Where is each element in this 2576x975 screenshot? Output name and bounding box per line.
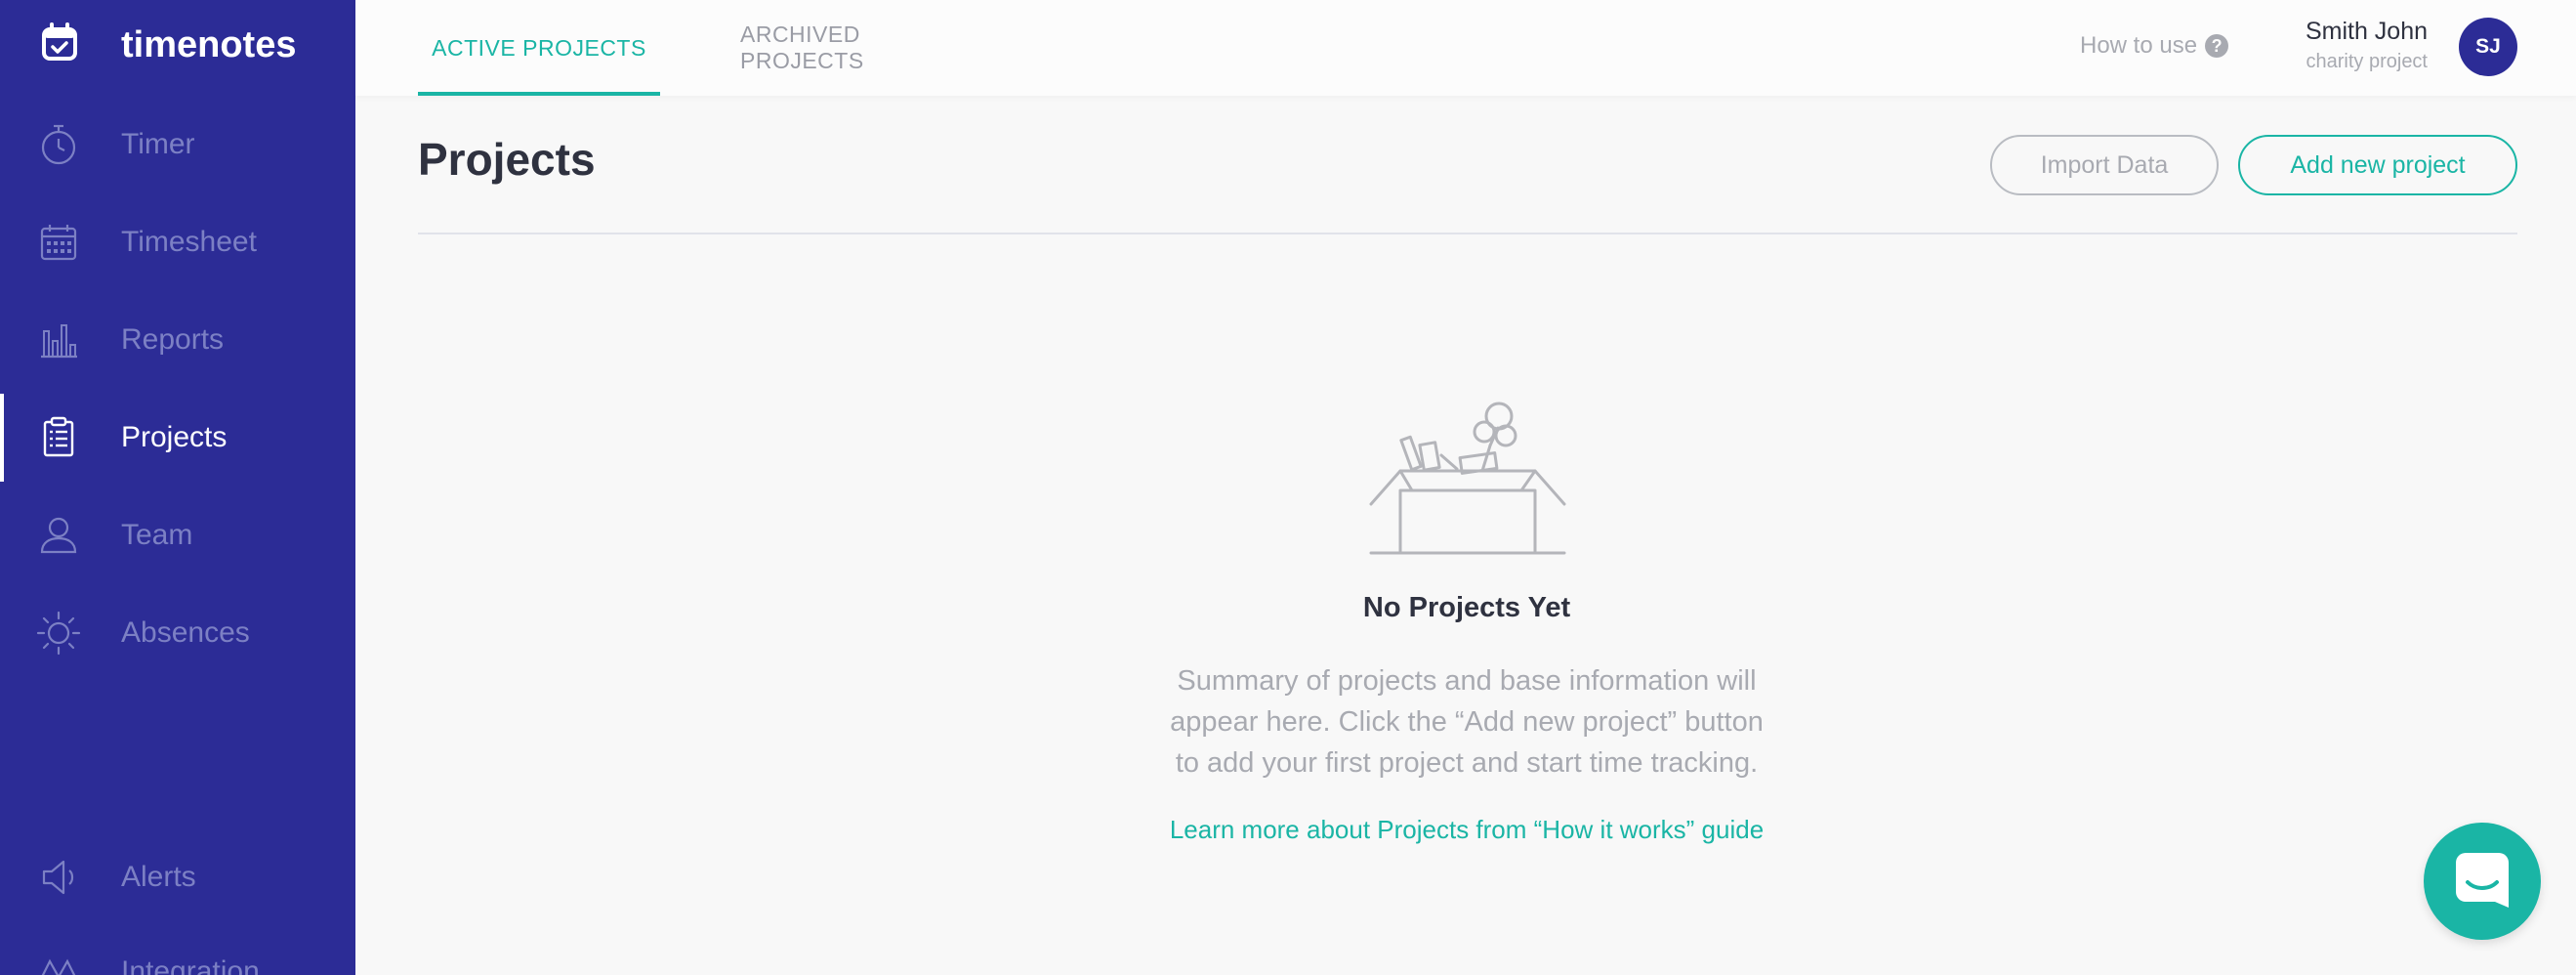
tab-archived-projects[interactable]: ARCHIVED PROJECTS	[740, 0, 984, 96]
empty-desc-line: Summary of projects and base information…	[1177, 665, 1757, 697]
empty-box-icon	[1367, 387, 1568, 557]
bar-chart-icon	[35, 317, 82, 363]
sidebar-item-label: Integration	[121, 955, 260, 975]
avatar-initials: SJ	[2475, 35, 2501, 58]
sidebar-item-label: Timesheet	[121, 226, 257, 258]
top-bar: ACTIVE PROJECTS ARCHIVED PROJECTS How to…	[355, 0, 2576, 96]
avatar[interactable]: SJ	[2459, 18, 2517, 76]
calendar-grid-icon	[35, 219, 82, 266]
clipboard-icon	[35, 414, 82, 461]
megaphone-icon	[35, 854, 82, 901]
sidebar-item-team[interactable]: Team	[0, 491, 355, 579]
sidebar-item-timesheet[interactable]: Timesheet	[0, 198, 355, 286]
chat-icon	[2452, 849, 2513, 914]
empty-desc-line: to add your first project and start time…	[1175, 747, 1759, 779]
tab-label: ARCHIVED PROJECTS	[740, 21, 864, 73]
person-icon	[35, 512, 82, 559]
sidebar-item-integration[interactable]: Integration	[0, 928, 355, 975]
how-to-use-link[interactable]: How to use ?	[2080, 29, 2229, 63]
sidebar-item-label: Reports	[121, 323, 225, 356]
sun-icon	[35, 610, 82, 657]
tab-label: ACTIVE PROJECTS	[432, 34, 646, 61]
user-name: Smith John	[2305, 18, 2428, 45]
sidebar-item-label: Timer	[121, 128, 195, 160]
tab-active-projects[interactable]: ACTIVE PROJECTS	[418, 0, 660, 96]
sidebar-item-absences[interactable]: Absences	[0, 589, 355, 677]
how-to-use-label: How to use	[2080, 32, 2198, 59]
page-title: Projects	[418, 134, 596, 185]
sidebar-item-reports[interactable]: Reports	[0, 296, 355, 384]
integration-icon	[35, 949, 82, 975]
divider	[418, 233, 2517, 234]
learn-more-link[interactable]: Learn more about Projects from “How it w…	[1076, 815, 1857, 845]
brand-logo[interactable]: timenotes	[37, 21, 296, 68]
empty-desc-line: appear here. Click the “Add new project”…	[1170, 706, 1764, 738]
import-data-button[interactable]: Import Data	[1990, 135, 2219, 195]
sidebar-item-label: Absences	[121, 616, 250, 649]
sidebar-item-label: Alerts	[121, 861, 196, 893]
sidebar-item-label: Projects	[121, 421, 228, 453]
question-circle-icon: ?	[2205, 34, 2229, 58]
brand-name: timenotes	[121, 23, 297, 65]
stopwatch-icon	[35, 121, 82, 168]
calendar-check-icon	[37, 21, 82, 70]
empty-state-title: No Projects Yet	[1362, 592, 1571, 623]
add-new-project-button[interactable]: Add new project	[2238, 135, 2517, 195]
user-org: charity project	[2306, 51, 2429, 72]
sidebar-item-projects[interactable]: Projects	[0, 394, 355, 482]
empty-state-description: Summary of projects and base information…	[1115, 660, 1818, 784]
sidebar-item-timer[interactable]: Timer	[0, 101, 355, 189]
sidebar-item-label: Team	[121, 519, 193, 551]
chat-launcher-button[interactable]	[2424, 823, 2541, 940]
sidebar: timenotes Timer Timesheet Reports Projec…	[0, 0, 355, 975]
sidebar-item-alerts[interactable]: Alerts	[0, 833, 355, 921]
